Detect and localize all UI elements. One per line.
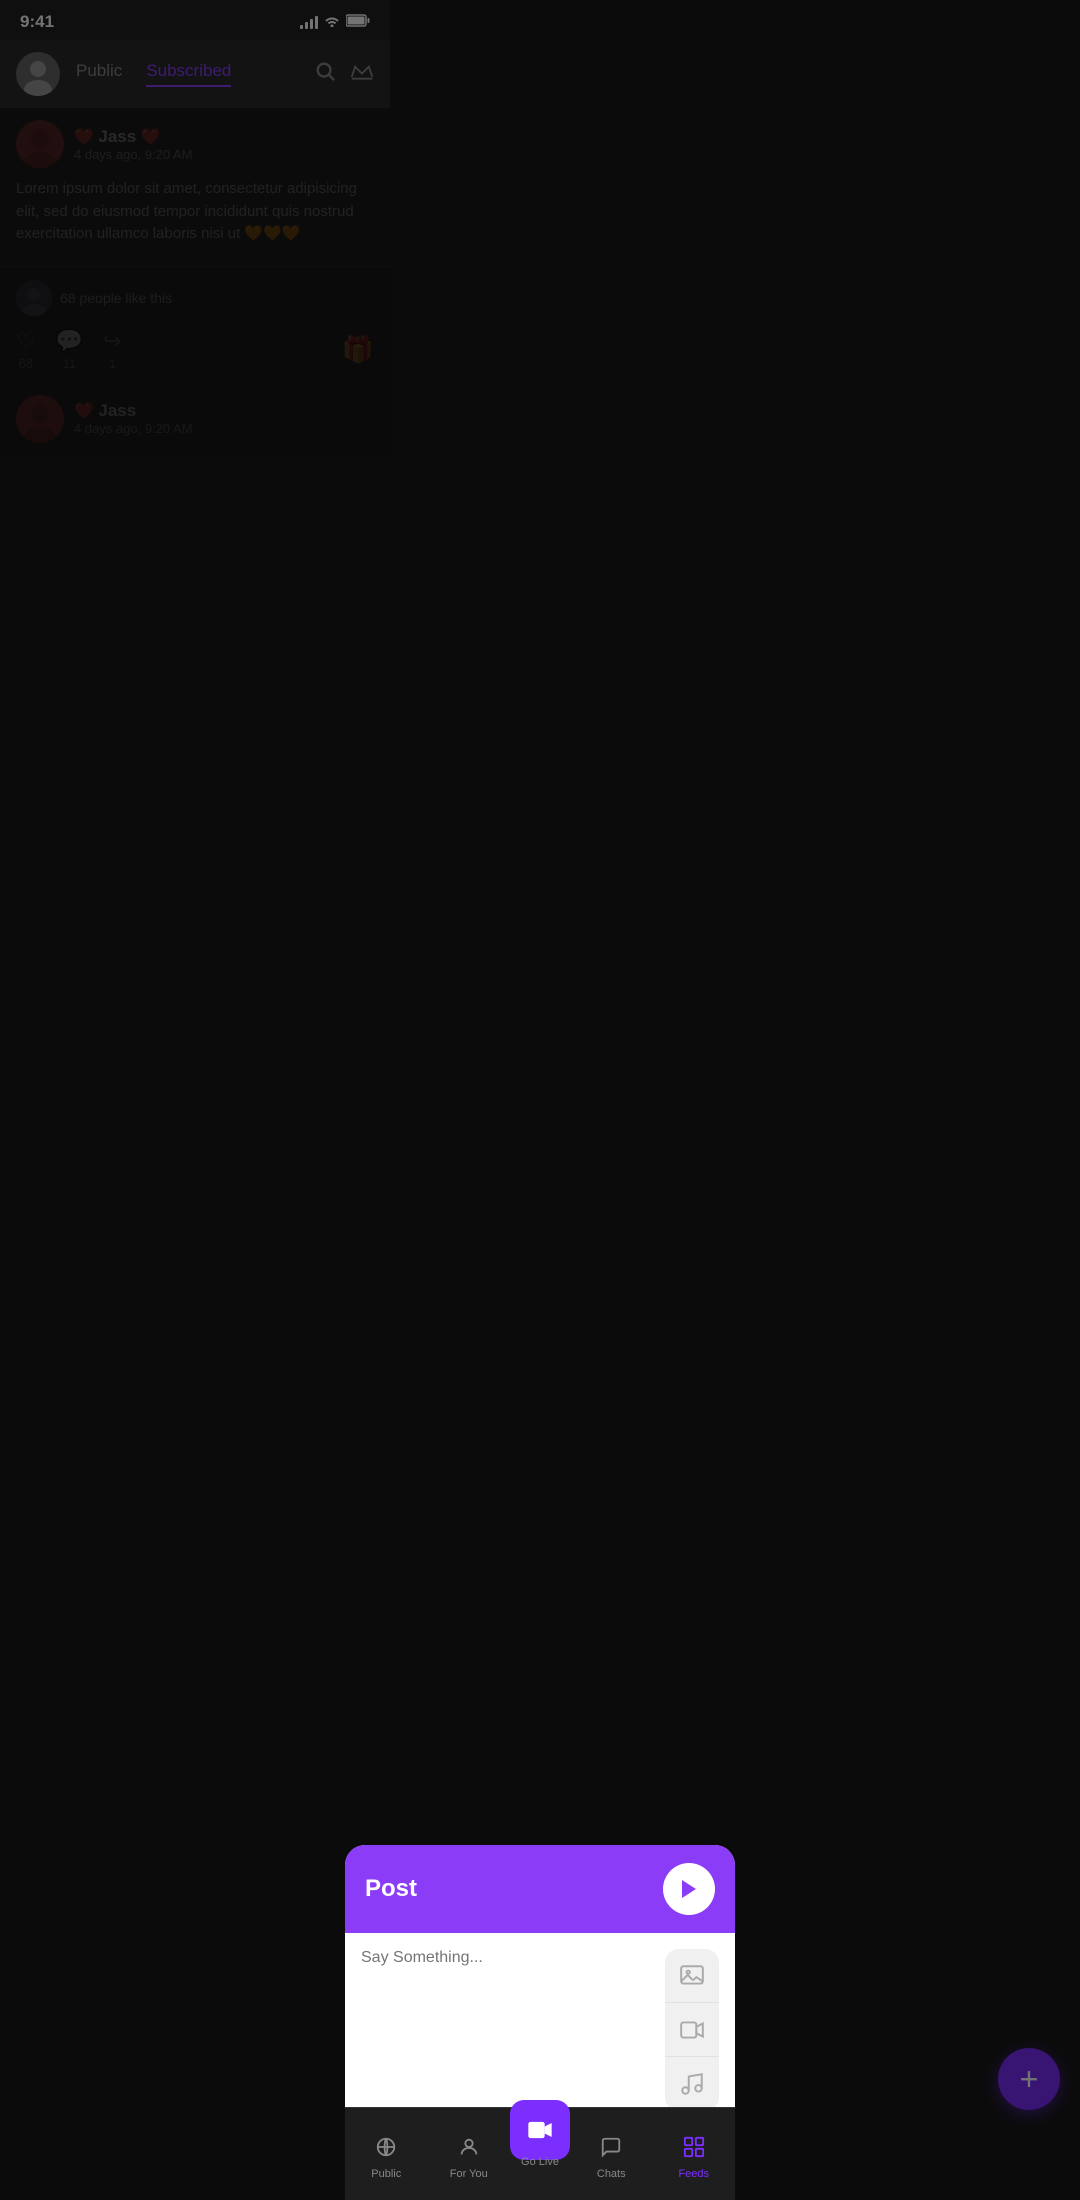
foryou-icon <box>458 2136 480 2164</box>
nav-golive-label: Go Live <box>521 2156 559 2168</box>
modal-title: Post <box>365 1875 417 1903</box>
nav-public[interactable]: Public <box>345 2132 428 2184</box>
nav-feeds[interactable]: Feeds <box>653 2132 736 2184</box>
post-text-input[interactable] <box>361 1949 655 2129</box>
feeds-icon <box>683 2136 705 2164</box>
nav-chats-label: Chats <box>597 2168 626 2180</box>
nav-feeds-label: Feeds <box>678 2168 709 2180</box>
image-upload-button[interactable] <box>665 1949 719 2003</box>
video-upload-button[interactable] <box>665 2003 719 2057</box>
media-panel <box>665 1949 719 2111</box>
bottom-nav: Public For You Go Live Chats <box>345 2107 735 2200</box>
golive-button[interactable] <box>510 2100 570 2160</box>
public-icon <box>375 2136 397 2164</box>
nav-chats[interactable]: Chats <box>570 2132 653 2184</box>
nav-golive[interactable]: Go Live <box>510 2116 570 2184</box>
nav-foryou[interactable]: For You <box>428 2132 511 2184</box>
nav-public-label: Public <box>371 2168 401 2180</box>
send-button[interactable] <box>663 1863 715 1915</box>
modal-overlay: Post <box>0 0 1080 2200</box>
nav-foryou-label: For You <box>450 2168 488 2180</box>
chats-icon <box>600 2136 622 2164</box>
modal-header: Post <box>345 1845 735 1933</box>
music-upload-button[interactable] <box>665 2057 719 2111</box>
